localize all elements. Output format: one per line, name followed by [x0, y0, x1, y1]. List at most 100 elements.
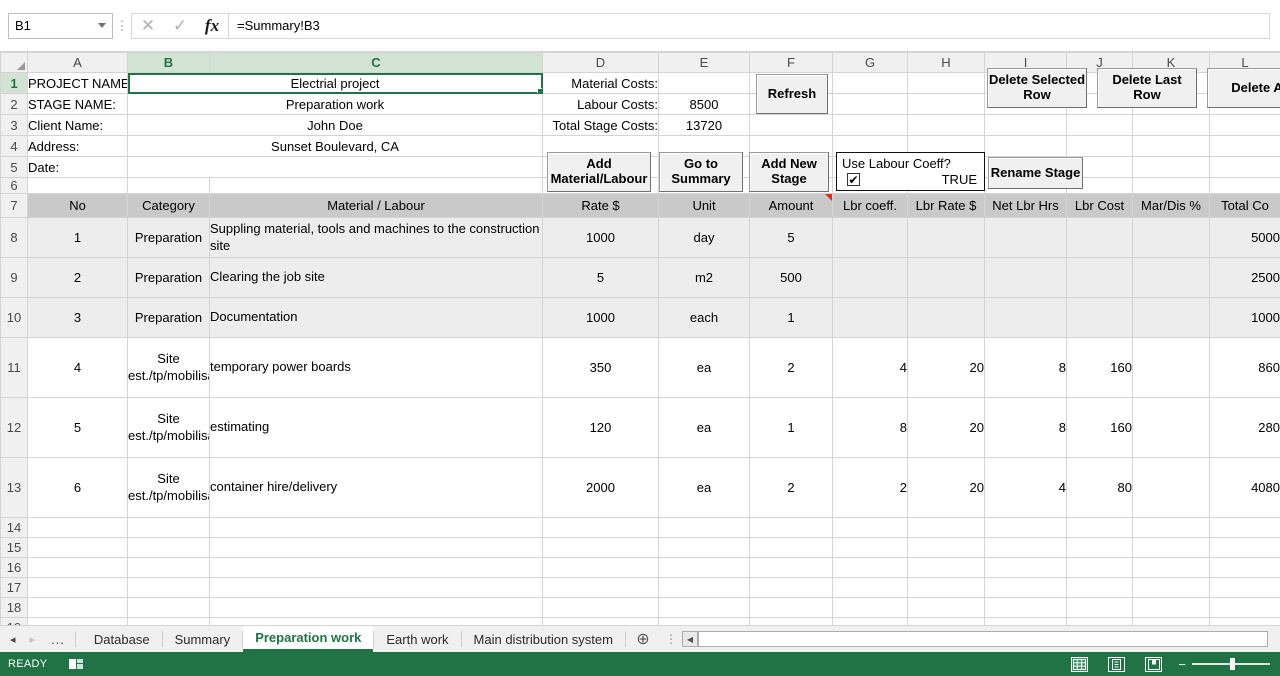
cell-mar-dis[interactable] — [1132, 217, 1210, 258]
zoom-slider-thumb[interactable] — [1230, 658, 1235, 670]
cell-lbr-rate[interactable] — [907, 217, 985, 258]
row-header-8[interactable]: 8 — [0, 217, 28, 258]
cell-B18[interactable] — [127, 597, 210, 618]
cell-K3[interactable] — [1132, 114, 1210, 136]
row-header-14[interactable]: 14 — [0, 517, 28, 538]
cell-no[interactable]: 4 — [27, 337, 128, 398]
cell-H18[interactable] — [907, 597, 985, 618]
zoom-control[interactable]: − — [1178, 657, 1270, 672]
row-header-11[interactable]: 11 — [0, 337, 28, 398]
cell-no[interactable]: 6 — [27, 457, 128, 518]
cell-G3[interactable] — [832, 114, 908, 136]
cell-H15[interactable] — [907, 537, 985, 558]
cell-I19[interactable] — [984, 617, 1067, 625]
record-macro-icon[interactable] — [69, 658, 84, 671]
cell-A19[interactable] — [27, 617, 128, 625]
cell-material[interactable]: container hire/delivery — [209, 457, 543, 518]
cell-mar-dis[interactable] — [1132, 397, 1210, 458]
cell-B14[interactable] — [127, 517, 210, 538]
row-header-13[interactable]: 13 — [0, 457, 28, 518]
cell-G17[interactable] — [832, 577, 908, 598]
cell-D1[interactable]: Material Costs: — [542, 72, 659, 94]
cell-C6[interactable] — [209, 177, 543, 194]
cell-E14[interactable] — [658, 517, 750, 538]
normal-view-icon[interactable] — [1071, 656, 1089, 672]
table-header-no[interactable]: No — [27, 193, 128, 218]
cell-K4[interactable] — [1132, 135, 1210, 157]
cell-lbr-rate[interactable] — [907, 257, 985, 298]
cell-I3[interactable] — [984, 114, 1067, 136]
row-header-1[interactable]: 1 — [0, 72, 28, 94]
table-header-amount[interactable]: Amount — [749, 193, 833, 218]
cell-H3[interactable] — [907, 114, 985, 136]
cell-K14[interactable] — [1132, 517, 1210, 538]
cell-category[interactable]: Site est./tp/mobilisation — [127, 337, 210, 398]
cell-G18[interactable] — [832, 597, 908, 618]
cell-C14[interactable] — [209, 517, 543, 538]
cell-mar-dis[interactable] — [1132, 297, 1210, 338]
cell-total-cost[interactable]: 4080 — [1209, 457, 1280, 518]
cell-rate[interactable]: 1000 — [542, 297, 659, 338]
cell-rate[interactable]: 1000 — [542, 217, 659, 258]
cell-G1[interactable] — [832, 72, 908, 94]
cell-E19[interactable] — [658, 617, 750, 625]
cell-mar-dis[interactable] — [1132, 457, 1210, 518]
close-icon[interactable]: ✕ — [132, 14, 164, 38]
cell-D18[interactable] — [542, 597, 659, 618]
delete-all-button[interactable]: Delete A — [1207, 68, 1280, 108]
row-header-6[interactable]: 6 — [0, 177, 28, 194]
cell-category[interactable]: Preparation — [127, 297, 210, 338]
cell-unit[interactable]: ea — [658, 337, 750, 398]
cell-lbr-cost[interactable] — [1066, 297, 1133, 338]
column-header-A[interactable]: A — [27, 52, 128, 73]
delete-last-row-button[interactable]: Delete Last Row — [1097, 68, 1197, 108]
row-header-10[interactable]: 10 — [0, 297, 28, 338]
cell-F3[interactable] — [749, 114, 833, 136]
go-to-summary-button[interactable]: Go to Summary — [659, 152, 743, 192]
cell-lbr-cost[interactable] — [1066, 257, 1133, 298]
row-header-16[interactable]: 16 — [0, 557, 28, 578]
row-header-4[interactable]: 4 — [0, 135, 28, 157]
cell-G16[interactable] — [832, 557, 908, 578]
row-header-7[interactable]: 7 — [0, 193, 28, 218]
cell-category[interactable]: Preparation — [127, 257, 210, 298]
cell-D2[interactable]: Labour Costs: — [542, 93, 659, 115]
cell-J16[interactable] — [1066, 557, 1133, 578]
cell-category[interactable]: Site est./tp/mobilisation — [127, 397, 210, 458]
cell-F18[interactable] — [749, 597, 833, 618]
sheet-tab-preparation-work[interactable]: Preparation work — [243, 626, 374, 652]
cell-rate[interactable]: 2000 — [542, 457, 659, 518]
cell-A3[interactable]: Client Name: — [27, 114, 128, 136]
table-header-unit[interactable]: Unit — [658, 193, 750, 218]
next-sheet-icon[interactable]: ▸ — [30, 633, 36, 646]
sheet-tab-summary[interactable]: Summary — [163, 626, 243, 652]
cell-L14[interactable] — [1209, 517, 1280, 538]
cell-E18[interactable] — [658, 597, 750, 618]
cell-K5[interactable] — [1132, 156, 1210, 178]
cell-amount[interactable]: 1 — [749, 397, 833, 458]
cell-total-cost[interactable]: 5000 — [1209, 217, 1280, 258]
cell-B19[interactable] — [127, 617, 210, 625]
cell-lbr-cost[interactable]: 80 — [1066, 457, 1133, 518]
cell-amount[interactable]: 5 — [749, 217, 833, 258]
table-header-rate[interactable]: Rate $ — [542, 193, 659, 218]
cell-lbr-rate[interactable]: 20 — [907, 397, 985, 458]
cell-G14[interactable] — [832, 517, 908, 538]
cell-lbr-coeff[interactable] — [832, 297, 908, 338]
cell-G15[interactable] — [832, 537, 908, 558]
cell-F19[interactable] — [749, 617, 833, 625]
cell-no[interactable]: 1 — [27, 217, 128, 258]
scroll-left-icon[interactable]: ◀ — [681, 631, 698, 647]
cell-net-lbr-hrs[interactable] — [984, 257, 1067, 298]
cell-L15[interactable] — [1209, 537, 1280, 558]
cell-F15[interactable] — [749, 537, 833, 558]
cell-amount[interactable]: 1 — [749, 297, 833, 338]
cell-D14[interactable] — [542, 517, 659, 538]
select-all-corner[interactable] — [0, 52, 28, 73]
cell-no[interactable]: 2 — [27, 257, 128, 298]
cell-no[interactable]: 3 — [27, 297, 128, 338]
cell-E3[interactable]: 13720 — [658, 114, 750, 136]
cell-unit[interactable]: day — [658, 217, 750, 258]
cell-A1[interactable]: PROJECT NAME — [27, 72, 128, 94]
cell-A5[interactable]: Date: — [27, 156, 128, 178]
